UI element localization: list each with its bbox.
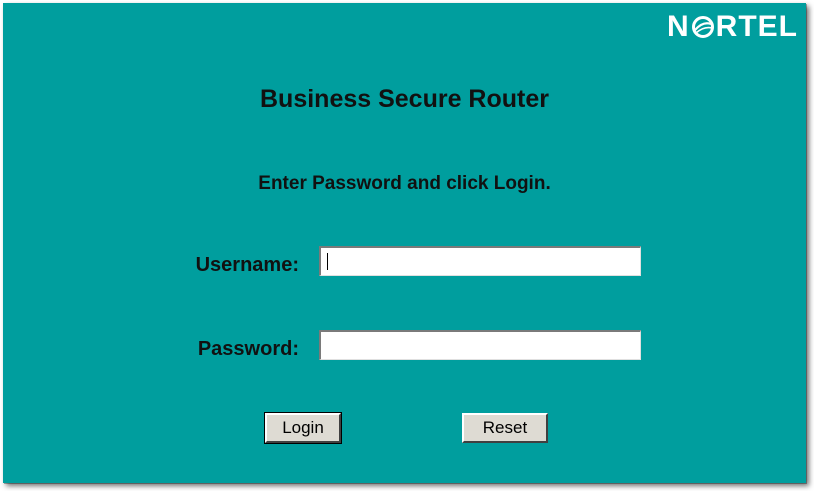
nortel-logo: N RTEL <box>667 7 798 47</box>
password-field[interactable] <box>319 330 641 360</box>
globe-logo-icon <box>691 16 714 38</box>
logo-text-end: RTEL <box>715 10 798 43</box>
reset-button[interactable]: Reset <box>462 413 548 443</box>
page-title: Business Secure Router <box>260 85 549 113</box>
username-field[interactable] <box>319 246 641 276</box>
text-cursor <box>327 253 328 270</box>
username-label: Username: <box>195 254 299 276</box>
logo-text-start: N <box>667 10 690 43</box>
password-label: Password: <box>197 338 299 360</box>
login-panel: N RTEL Business Secure Router Enter Pass… <box>3 3 806 483</box>
login-button[interactable]: Login <box>264 412 342 444</box>
login-instruction: Enter Password and click Login. <box>258 173 551 194</box>
